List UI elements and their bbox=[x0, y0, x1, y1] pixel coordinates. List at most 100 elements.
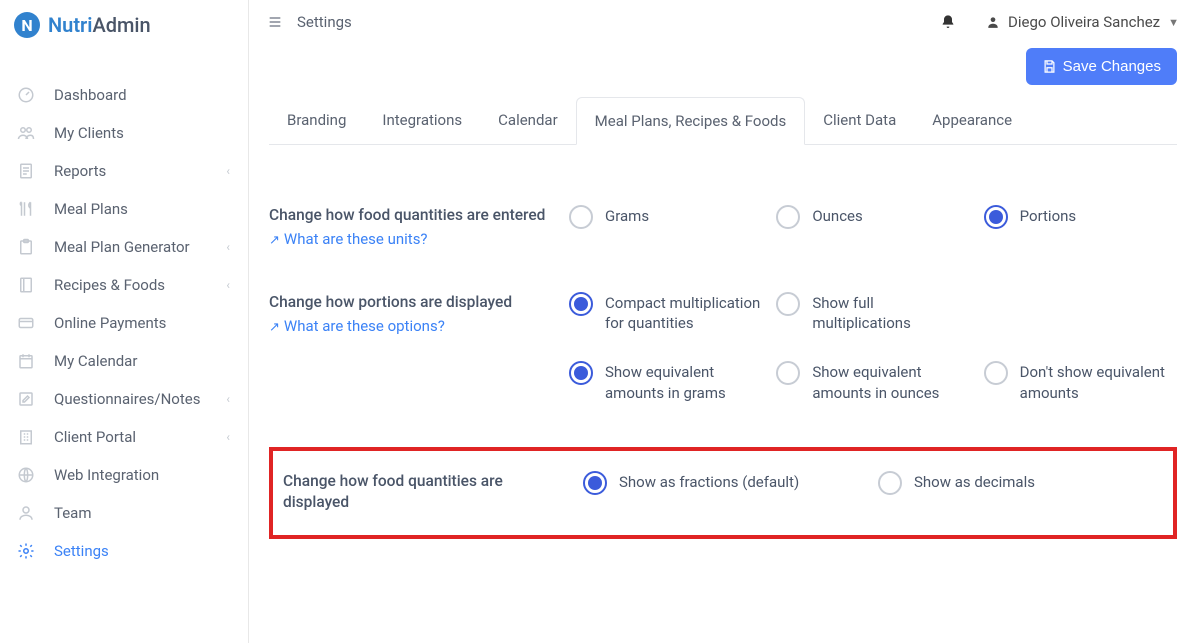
radio-icon bbox=[569, 361, 593, 385]
tab-meal-plans-recipes-foods[interactable]: Meal Plans, Recipes & Foods bbox=[576, 97, 806, 145]
notifications-icon[interactable] bbox=[940, 14, 956, 30]
pencil-square-icon bbox=[16, 390, 36, 408]
radio-icon bbox=[984, 361, 1008, 385]
radio-icon bbox=[583, 471, 607, 495]
radio-option-grams[interactable]: Grams bbox=[569, 205, 762, 248]
sidebar-item-label: Questionnaires/Notes bbox=[54, 390, 200, 408]
sidebar-item-label: Recipes & Foods bbox=[54, 276, 165, 294]
sidebar-item-my-clients[interactable]: My Clients bbox=[0, 114, 248, 152]
radio-icon bbox=[776, 361, 800, 385]
sidebar-item-label: Meal Plan Generator bbox=[54, 238, 190, 256]
sidebar-item-team[interactable]: Team bbox=[0, 494, 248, 532]
radio-option-fractions[interactable]: Show as fractions (default) bbox=[583, 471, 864, 517]
radio-option-equiv-ounces[interactable]: Show equivalent amounts in ounces bbox=[776, 361, 969, 403]
setting-food-quantity-units: Change how food quantities are entered ↗… bbox=[269, 205, 1177, 248]
radio-icon bbox=[984, 205, 1008, 229]
sidebar-item-reports[interactable]: Reports ‹ bbox=[0, 152, 248, 190]
radio-icon bbox=[776, 292, 800, 316]
sidebar-item-meal-plan-generator[interactable]: Meal Plan Generator ‹ bbox=[0, 228, 248, 266]
settings-tabs: Branding Integrations Calendar Meal Plan… bbox=[269, 97, 1177, 145]
gauge-icon bbox=[16, 86, 36, 104]
sidebar-item-label: Meal Plans bbox=[54, 200, 128, 218]
radio-option-no-equiv[interactable]: Don't show equivalent amounts bbox=[984, 361, 1177, 403]
radio-option-portions[interactable]: Portions bbox=[984, 205, 1177, 248]
option-label: Don't show equivalent amounts bbox=[1020, 361, 1177, 403]
radio-option-ounces[interactable]: Ounces bbox=[776, 205, 969, 248]
user-menu[interactable]: Diego Oliveira Sanchez ▼ bbox=[986, 13, 1179, 31]
radio-option-compact-multiplication[interactable]: Compact multiplication for quantities bbox=[569, 292, 762, 334]
save-icon bbox=[1042, 59, 1057, 74]
tab-integrations[interactable]: Integrations bbox=[364, 97, 480, 144]
book-icon bbox=[16, 276, 36, 294]
brand-name-a: Nutri bbox=[48, 13, 92, 37]
user-icon bbox=[16, 504, 36, 522]
sidebar-item-label: Settings bbox=[54, 542, 109, 560]
sidebar-nav: Dashboard My Clients Reports ‹ Meal Plan… bbox=[0, 76, 248, 570]
save-button-label: Save Changes bbox=[1063, 58, 1161, 75]
tab-appearance[interactable]: Appearance bbox=[914, 97, 1030, 144]
menu-toggle-icon[interactable] bbox=[267, 14, 283, 30]
radio-option-equiv-grams[interactable]: Show equivalent amounts in grams bbox=[569, 361, 762, 403]
option-label: Show equivalent amounts in grams bbox=[605, 361, 762, 403]
help-link-portions[interactable]: ↗What are these options? bbox=[269, 317, 445, 335]
breadcrumb: Settings bbox=[297, 13, 352, 31]
users-icon bbox=[16, 124, 36, 142]
sidebar-item-settings[interactable]: Settings bbox=[0, 532, 248, 570]
radio-option-decimals[interactable]: Show as decimals bbox=[878, 471, 1159, 517]
chevron-left-icon: ‹ bbox=[226, 430, 230, 444]
globe-icon bbox=[16, 466, 36, 484]
caret-down-icon: ▼ bbox=[1168, 16, 1179, 29]
topbar: Settings Diego Oliveira Sanchez ▼ bbox=[249, 0, 1203, 44]
radio-icon bbox=[776, 205, 800, 229]
credit-card-icon bbox=[16, 314, 36, 332]
tab-client-data[interactable]: Client Data bbox=[805, 97, 914, 144]
sidebar-item-label: Team bbox=[54, 504, 92, 522]
sidebar-item-dashboard[interactable]: Dashboard bbox=[0, 76, 248, 114]
sidebar-item-web-integration[interactable]: Web Integration bbox=[0, 456, 248, 494]
tab-calendar[interactable]: Calendar bbox=[480, 97, 576, 144]
option-label: Show full multiplications bbox=[812, 292, 969, 334]
radio-icon bbox=[569, 292, 593, 316]
sidebar-item-label: Web Integration bbox=[54, 466, 159, 484]
logo-mark-icon: N bbox=[14, 12, 40, 38]
sidebar-item-label: Online Payments bbox=[54, 314, 166, 332]
option-label: Show as fractions (default) bbox=[619, 471, 799, 492]
chevron-left-icon: ‹ bbox=[226, 240, 230, 254]
save-changes-button[interactable]: Save Changes bbox=[1026, 48, 1177, 85]
chevron-left-icon: ‹ bbox=[226, 164, 230, 178]
sidebar-item-client-portal[interactable]: Client Portal ‹ bbox=[0, 418, 248, 456]
sidebar-item-online-payments[interactable]: Online Payments bbox=[0, 304, 248, 342]
radio-icon bbox=[569, 205, 593, 229]
sidebar-item-recipes-foods[interactable]: Recipes & Foods ‹ bbox=[0, 266, 248, 304]
option-label: Portions bbox=[1020, 205, 1077, 226]
setting-title: Change how food quantities are displayed bbox=[283, 471, 563, 513]
option-label: Grams bbox=[605, 205, 649, 226]
building-icon bbox=[16, 428, 36, 446]
setting-quantities-display-highlighted: Change how food quantities are displayed… bbox=[269, 447, 1177, 539]
chevron-left-icon: ‹ bbox=[226, 278, 230, 292]
tab-branding[interactable]: Branding bbox=[269, 97, 364, 144]
sidebar-item-questionnaires[interactable]: Questionnaires/Notes ‹ bbox=[0, 380, 248, 418]
sidebar-item-label: My Clients bbox=[54, 124, 124, 142]
option-label: Compact multiplication for quantities bbox=[605, 292, 762, 334]
radio-icon bbox=[878, 471, 902, 495]
option-label: Show equivalent amounts in ounces bbox=[812, 361, 969, 403]
utensils-icon bbox=[16, 200, 36, 218]
external-link-icon: ↗ bbox=[269, 320, 280, 335]
user-avatar-icon bbox=[986, 15, 1000, 29]
document-icon bbox=[16, 162, 36, 180]
user-name: Diego Oliveira Sanchez bbox=[1008, 13, 1160, 31]
help-link-units[interactable]: ↗What are these units? bbox=[269, 230, 428, 248]
brand-logo[interactable]: N NutriAdmin bbox=[0, 0, 248, 50]
sidebar: N NutriAdmin Dashboard My Clients Report… bbox=[0, 0, 249, 643]
calendar-icon bbox=[16, 352, 36, 370]
sidebar-item-meal-plans[interactable]: Meal Plans bbox=[0, 190, 248, 228]
gear-icon bbox=[16, 542, 36, 560]
sidebar-item-label: Client Portal bbox=[54, 428, 136, 446]
sidebar-item-label: My Calendar bbox=[54, 352, 137, 370]
option-label: Ounces bbox=[812, 205, 862, 226]
sidebar-item-my-calendar[interactable]: My Calendar bbox=[0, 342, 248, 380]
external-link-icon: ↗ bbox=[269, 233, 280, 248]
radio-option-full-multiplications[interactable]: Show full multiplications bbox=[776, 292, 969, 334]
setting-title: Change how food quantities are entered bbox=[269, 205, 549, 226]
